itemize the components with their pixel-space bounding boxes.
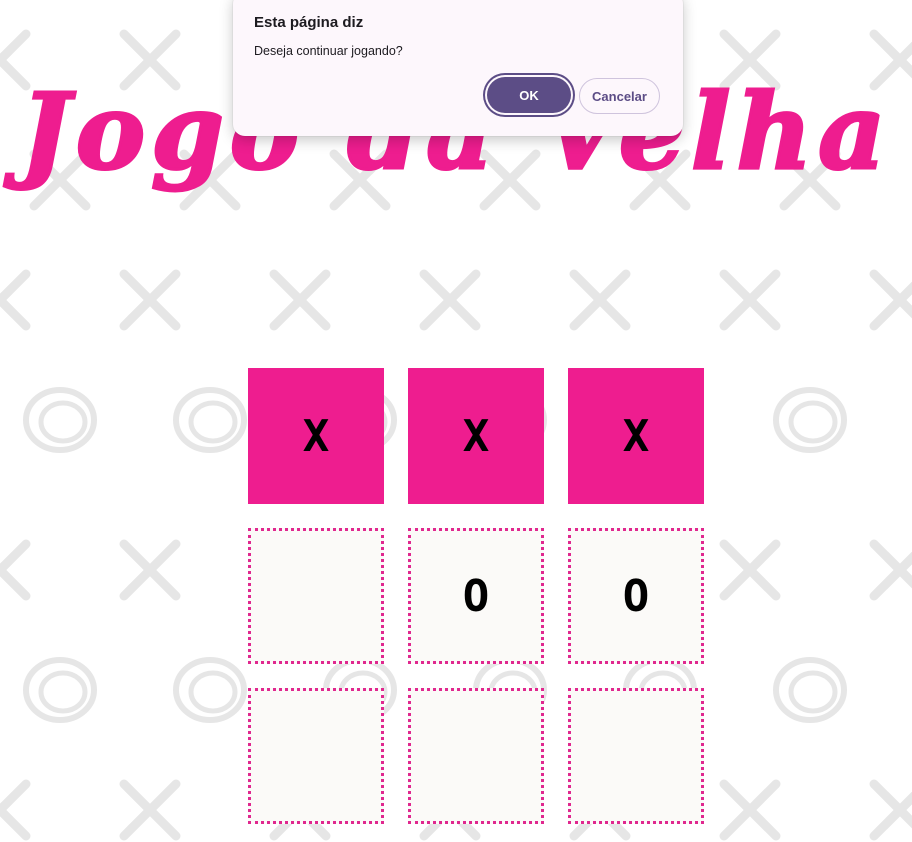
x-doodle-icon — [719, 779, 781, 841]
o-doodle-icon — [173, 387, 247, 453]
x-doodle-icon — [869, 269, 912, 331]
x-doodle-icon — [0, 779, 31, 841]
board-cell-2-2[interactable]: O — [408, 528, 544, 664]
cell-mark: O — [622, 570, 650, 622]
x-doodle-icon — [0, 269, 31, 331]
x-doodle-icon — [269, 269, 331, 331]
cell-mark: O — [462, 570, 490, 622]
cell-mark: X — [622, 410, 650, 462]
board-cell-1-2[interactable]: X — [408, 368, 544, 504]
x-doodle-icon — [0, 539, 31, 601]
o-doodle-icon — [23, 387, 97, 453]
x-doodle-icon — [119, 779, 181, 841]
cancel-button[interactable]: Cancelar — [579, 78, 660, 114]
page: Jogo da Velha X X X O O Esta página diz … — [0, 0, 912, 842]
game-board: X X X O O — [248, 368, 704, 824]
board-cell-3-3[interactable] — [568, 688, 704, 824]
board-cell-1-1[interactable]: X — [248, 368, 384, 504]
cell-mark: X — [302, 410, 330, 462]
x-doodle-icon — [569, 269, 631, 331]
dialog-message: Deseja continuar jogando? — [254, 44, 403, 58]
alert-dialog: Esta página diz Deseja continuar jogando… — [233, 0, 683, 136]
o-doodle-icon — [23, 657, 97, 723]
board-cell-1-3[interactable]: X — [568, 368, 704, 504]
x-doodle-icon — [119, 269, 181, 331]
cell-mark: X — [462, 410, 490, 462]
board-cell-2-1[interactable] — [248, 528, 384, 664]
o-doodle-icon — [173, 657, 247, 723]
x-doodle-icon — [869, 539, 912, 601]
o-doodle-icon — [773, 387, 847, 453]
x-doodle-icon — [719, 269, 781, 331]
board-cell-3-2[interactable] — [408, 688, 544, 824]
x-doodle-icon — [719, 539, 781, 601]
ok-button[interactable]: OK — [487, 77, 571, 113]
o-doodle-icon — [773, 657, 847, 723]
x-doodle-icon — [419, 269, 481, 331]
x-doodle-icon — [119, 539, 181, 601]
x-doodle-icon — [869, 779, 912, 841]
board-cell-3-1[interactable] — [248, 688, 384, 824]
dialog-title: Esta página diz — [254, 14, 364, 31]
board-cell-2-3[interactable]: O — [568, 528, 704, 664]
